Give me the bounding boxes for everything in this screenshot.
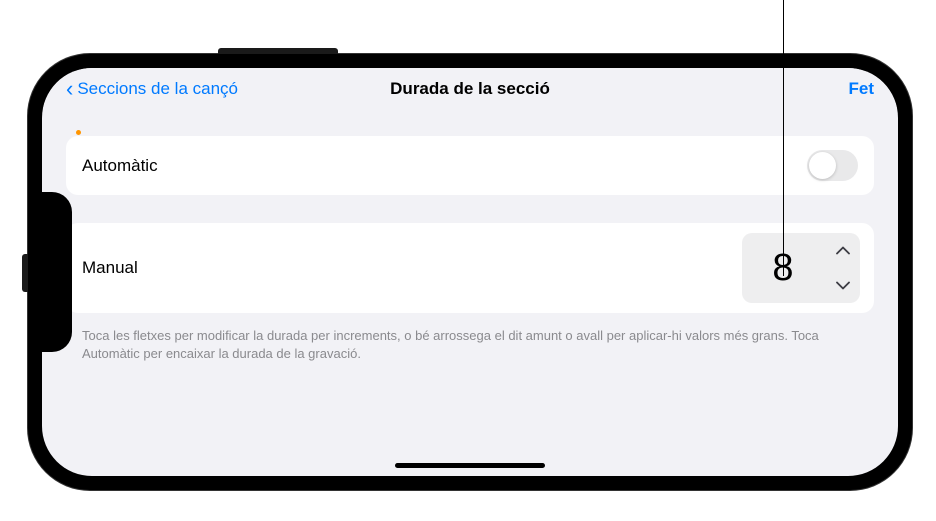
callout-line	[783, 0, 784, 276]
automatic-label: Automàtic	[82, 156, 158, 176]
phone-frame: ‹ Seccions de la cançó Durada de la secc…	[28, 54, 912, 490]
screen: ‹ Seccions de la cançó Durada de la secc…	[42, 68, 898, 476]
side-button	[22, 254, 28, 292]
chevron-left-icon: ‹	[66, 78, 73, 100]
content: Automàtic Manual 8	[42, 108, 898, 362]
manual-label: Manual	[82, 258, 138, 278]
notch	[42, 192, 72, 352]
stepper-arrows	[824, 233, 860, 303]
chevron-up-icon[interactable]	[825, 233, 860, 268]
home-indicator[interactable]	[395, 463, 545, 468]
recording-indicator-dot	[76, 130, 81, 135]
automatic-group: Automàtic	[66, 136, 874, 195]
done-button[interactable]: Fet	[849, 79, 875, 99]
chevron-down-icon[interactable]	[825, 268, 860, 303]
page-title: Durada de la secció	[390, 79, 550, 99]
footer-help-text: Toca les fletxes per modificar la durada…	[66, 327, 874, 362]
back-button[interactable]: ‹ Seccions de la cançó	[66, 78, 238, 100]
toggle-knob	[809, 152, 836, 179]
manual-group: Manual 8	[66, 223, 874, 313]
manual-row: Manual 8	[66, 223, 874, 313]
automatic-toggle[interactable]	[807, 150, 858, 181]
automatic-row: Automàtic	[66, 136, 874, 195]
back-label: Seccions de la cançó	[77, 79, 238, 99]
navbar: ‹ Seccions de la cançó Durada de la secc…	[42, 68, 898, 108]
quantity-stepper[interactable]: 8	[742, 233, 860, 303]
